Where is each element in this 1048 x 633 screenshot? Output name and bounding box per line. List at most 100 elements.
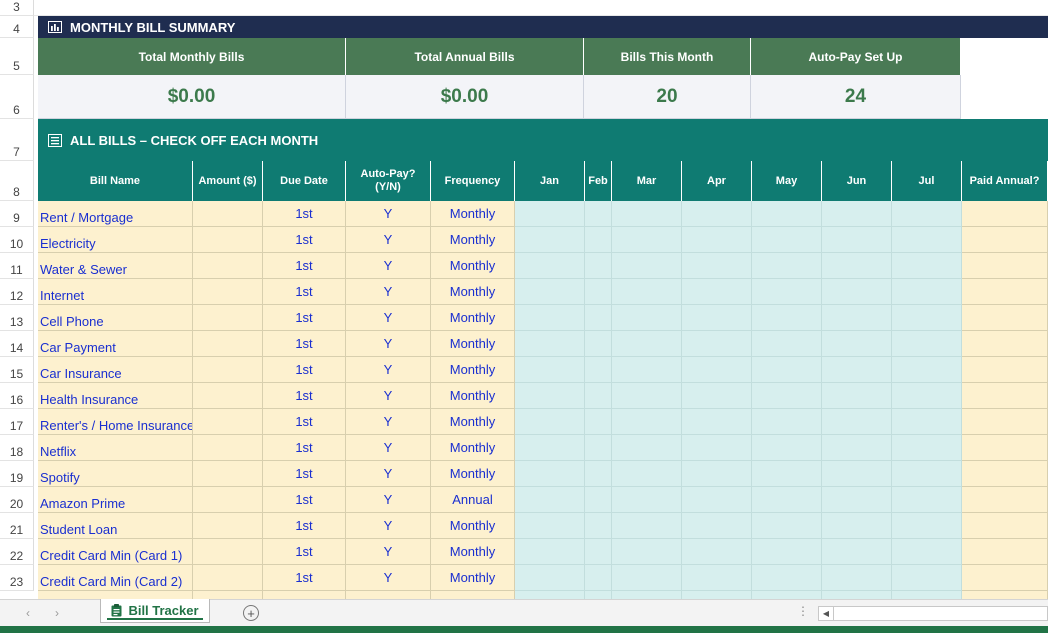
bill-row-3-paid-annual[interactable] (962, 279, 1048, 305)
bill-row-12-month-6[interactable] (892, 513, 962, 539)
bill-row-8-month-5[interactable] (822, 409, 892, 435)
bill-row-1-name[interactable]: Electricity (38, 227, 193, 253)
bill-row-11-month-2[interactable] (612, 487, 682, 513)
bill-row-1-due[interactable]: 1st (263, 227, 346, 253)
add-sheet-button[interactable]: + (243, 605, 259, 621)
bill-row-10-month-3[interactable] (682, 461, 752, 487)
bill-row-4-month-4[interactable] (752, 305, 822, 331)
bill-row-6-month-5[interactable] (822, 357, 892, 383)
bill-row-14-autopay[interactable]: Y (346, 565, 431, 591)
bill-row-10-frequency[interactable]: Monthly (431, 461, 515, 487)
bill-row-1-month-0[interactable] (515, 227, 585, 253)
bill-row-12-paid-annual[interactable] (962, 513, 1048, 539)
bill-row-9-month-1[interactable] (585, 435, 612, 461)
bill-row-2-paid-annual[interactable] (962, 253, 1048, 279)
empty-row-cell[interactable] (585, 591, 612, 599)
row-header[interactable]: 13 (0, 305, 34, 331)
row-header[interactable]: 15 (0, 357, 34, 383)
bill-row-2-month-5[interactable] (822, 253, 892, 279)
bill-row-1-frequency[interactable]: Monthly (431, 227, 515, 253)
bill-row-4-autopay[interactable]: Y (346, 305, 431, 331)
bill-row-7-name[interactable]: Health Insurance (38, 383, 193, 409)
bill-row-8-autopay[interactable]: Y (346, 409, 431, 435)
bill-row-12-month-5[interactable] (822, 513, 892, 539)
bill-row-4-month-3[interactable] (682, 305, 752, 331)
bill-row-6-name[interactable]: Car Insurance (38, 357, 193, 383)
empty-row-cell[interactable] (962, 591, 1048, 599)
bill-row-2-month-6[interactable] (892, 253, 962, 279)
bill-row-2-frequency[interactable]: Monthly (431, 253, 515, 279)
bill-row-6-month-0[interactable] (515, 357, 585, 383)
bill-row-14-name[interactable]: Credit Card Min (Card 2) (38, 565, 193, 591)
bill-row-3-month-6[interactable] (892, 279, 962, 305)
bill-row-11-amount[interactable] (193, 487, 263, 513)
row-header[interactable]: 3 (0, 0, 34, 16)
bill-row-4-name[interactable]: Cell Phone (38, 305, 193, 331)
bill-row-9-month-2[interactable] (612, 435, 682, 461)
row-header[interactable]: 9 (0, 201, 34, 227)
bill-row-4-month-5[interactable] (822, 305, 892, 331)
bill-row-5-frequency[interactable]: Monthly (431, 331, 515, 357)
column-header-6[interactable]: Feb (585, 161, 612, 201)
bill-row-10-amount[interactable] (193, 461, 263, 487)
bill-row-13-month-4[interactable] (752, 539, 822, 565)
bill-row-6-month-1[interactable] (585, 357, 612, 383)
bill-row-10-due[interactable]: 1st (263, 461, 346, 487)
bill-row-10-name[interactable]: Spotify (38, 461, 193, 487)
row-header[interactable]: 14 (0, 331, 34, 357)
bill-row-14-month-2[interactable] (612, 565, 682, 591)
bill-row-14-month-1[interactable] (585, 565, 612, 591)
bill-row-3-due[interactable]: 1st (263, 279, 346, 305)
bill-row-13-name[interactable]: Credit Card Min (Card 1) (38, 539, 193, 565)
bill-row-8-month-4[interactable] (752, 409, 822, 435)
scroll-left-arrow-icon[interactable]: ◀ (819, 607, 834, 620)
bill-row-8-paid-annual[interactable] (962, 409, 1048, 435)
bill-row-9-month-5[interactable] (822, 435, 892, 461)
bill-row-11-paid-annual[interactable] (962, 487, 1048, 513)
row-header[interactable]: 19 (0, 461, 34, 487)
bill-row-5-month-3[interactable] (682, 331, 752, 357)
bill-row-7-frequency[interactable]: Monthly (431, 383, 515, 409)
bill-row-13-amount[interactable] (193, 539, 263, 565)
bill-row-4-amount[interactable] (193, 305, 263, 331)
bill-row-11-month-3[interactable] (682, 487, 752, 513)
bill-row-13-frequency[interactable]: Monthly (431, 539, 515, 565)
bill-row-6-due[interactable]: 1st (263, 357, 346, 383)
row-header[interactable]: 16 (0, 383, 34, 409)
bill-row-9-frequency[interactable]: Monthly (431, 435, 515, 461)
bill-row-1-month-3[interactable] (682, 227, 752, 253)
bill-row-3-name[interactable]: Internet (38, 279, 193, 305)
bill-row-3-month-5[interactable] (822, 279, 892, 305)
bill-row-13-month-1[interactable] (585, 539, 612, 565)
empty-row-cell[interactable] (38, 591, 193, 599)
bill-row-10-paid-annual[interactable] (962, 461, 1048, 487)
bill-row-11-autopay[interactable]: Y (346, 487, 431, 513)
bill-row-5-month-4[interactable] (752, 331, 822, 357)
bill-row-3-month-2[interactable] (612, 279, 682, 305)
bill-row-13-month-0[interactable] (515, 539, 585, 565)
bill-row-7-amount[interactable] (193, 383, 263, 409)
bill-row-5-paid-annual[interactable] (962, 331, 1048, 357)
bill-row-7-month-1[interactable] (585, 383, 612, 409)
bill-row-14-frequency[interactable]: Monthly (431, 565, 515, 591)
bill-row-1-month-4[interactable] (752, 227, 822, 253)
bill-row-0-due[interactable]: 1st (263, 201, 346, 227)
bill-row-11-month-6[interactable] (892, 487, 962, 513)
bill-row-14-month-0[interactable] (515, 565, 585, 591)
bill-row-3-frequency[interactable]: Monthly (431, 279, 515, 305)
bill-row-10-month-2[interactable] (612, 461, 682, 487)
bill-row-0-month-1[interactable] (585, 201, 612, 227)
empty-row-cell[interactable] (346, 591, 431, 599)
empty-row-cell[interactable] (892, 591, 962, 599)
bill-row-14-paid-annual[interactable] (962, 565, 1048, 591)
column-header-2[interactable]: Due Date (263, 161, 346, 201)
bill-row-4-month-1[interactable] (585, 305, 612, 331)
bill-row-2-month-2[interactable] (612, 253, 682, 279)
bill-row-4-paid-annual[interactable] (962, 305, 1048, 331)
bill-row-1-autopay[interactable]: Y (346, 227, 431, 253)
bill-row-5-amount[interactable] (193, 331, 263, 357)
bill-row-10-autopay[interactable]: Y (346, 461, 431, 487)
row-header[interactable]: 23 (0, 565, 34, 591)
bill-row-8-month-1[interactable] (585, 409, 612, 435)
bill-row-6-month-2[interactable] (612, 357, 682, 383)
